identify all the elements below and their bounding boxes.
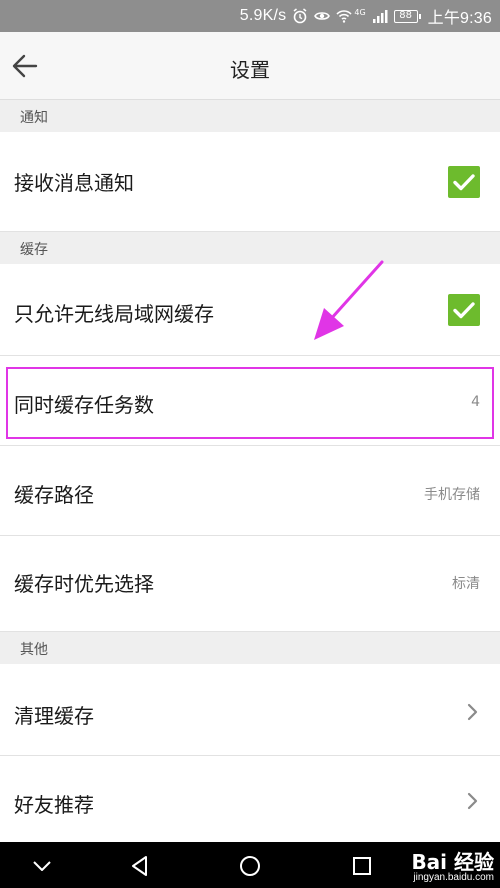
setting-label: 缓存时优先选择 [14, 572, 154, 596]
setting-receive-notifications[interactable]: 接收消息通知 [0, 132, 500, 232]
clock: 上午9:36 [427, 10, 492, 27]
setting-label: 清理缓存 [14, 704, 94, 728]
page-title: 设置 [230, 58, 270, 82]
checkbox-checked-icon[interactable] [448, 166, 480, 198]
chevron-right-icon [467, 792, 478, 810]
checkbox-checked-icon[interactable] [448, 294, 480, 326]
highlight-box [6, 367, 494, 439]
signal-icon [372, 10, 388, 23]
alarm-icon [293, 8, 307, 24]
wifi-icon [336, 10, 352, 23]
baidu-watermark: Bai 经验 [411, 850, 494, 874]
section-header-label: 缓存 [20, 242, 48, 258]
nav-down-icon[interactable] [30, 854, 54, 878]
setting-label: 好友推荐 [14, 793, 94, 817]
setting-value: 标清 [452, 576, 480, 592]
section-header-label: 通知 [20, 110, 48, 126]
setting-value: 手机存储 [424, 487, 480, 503]
status-bar: 5.9K/s 4G 88 上午9:36 [0, 0, 500, 32]
section-header-label: 其他 [20, 642, 48, 658]
battery-icon: 88 [393, 9, 421, 23]
app-bar: 设置 [0, 32, 500, 100]
network-speed: 5.9K/s [239, 7, 287, 24]
setting-wifi-only-cache[interactable]: 只允许无线局域网缓存 [0, 264, 500, 356]
network-type: 4G [354, 7, 366, 17]
setting-cache-path[interactable]: 缓存路径 手机存储 [0, 446, 500, 536]
section-header-other: 其他 [0, 632, 500, 664]
chevron-right-icon [467, 703, 478, 721]
setting-clear-cache[interactable]: 清理缓存 [0, 664, 500, 756]
setting-label: 缓存路径 [14, 483, 94, 507]
nav-back-icon[interactable] [128, 854, 152, 878]
setting-label: 接收消息通知 [14, 171, 134, 195]
setting-cache-quality[interactable]: 缓存时优先选择 标清 [0, 536, 500, 632]
baidu-watermark-url: jingyan.baidu.com [413, 872, 494, 883]
annotation-arrow-icon [314, 260, 384, 340]
setting-label: 只允许无线局域网缓存 [14, 302, 214, 326]
nav-home-icon[interactable] [238, 854, 262, 878]
eye-icon [314, 12, 331, 20]
nav-recent-icon[interactable] [350, 854, 374, 878]
section-header-notify: 通知 [0, 100, 500, 132]
setting-recommend-friends[interactable]: 好友推荐 [0, 756, 500, 842]
section-header-cache: 缓存 [0, 232, 500, 264]
system-nav-bar: Bai 经验 jingyan.baidu.com [0, 842, 500, 888]
